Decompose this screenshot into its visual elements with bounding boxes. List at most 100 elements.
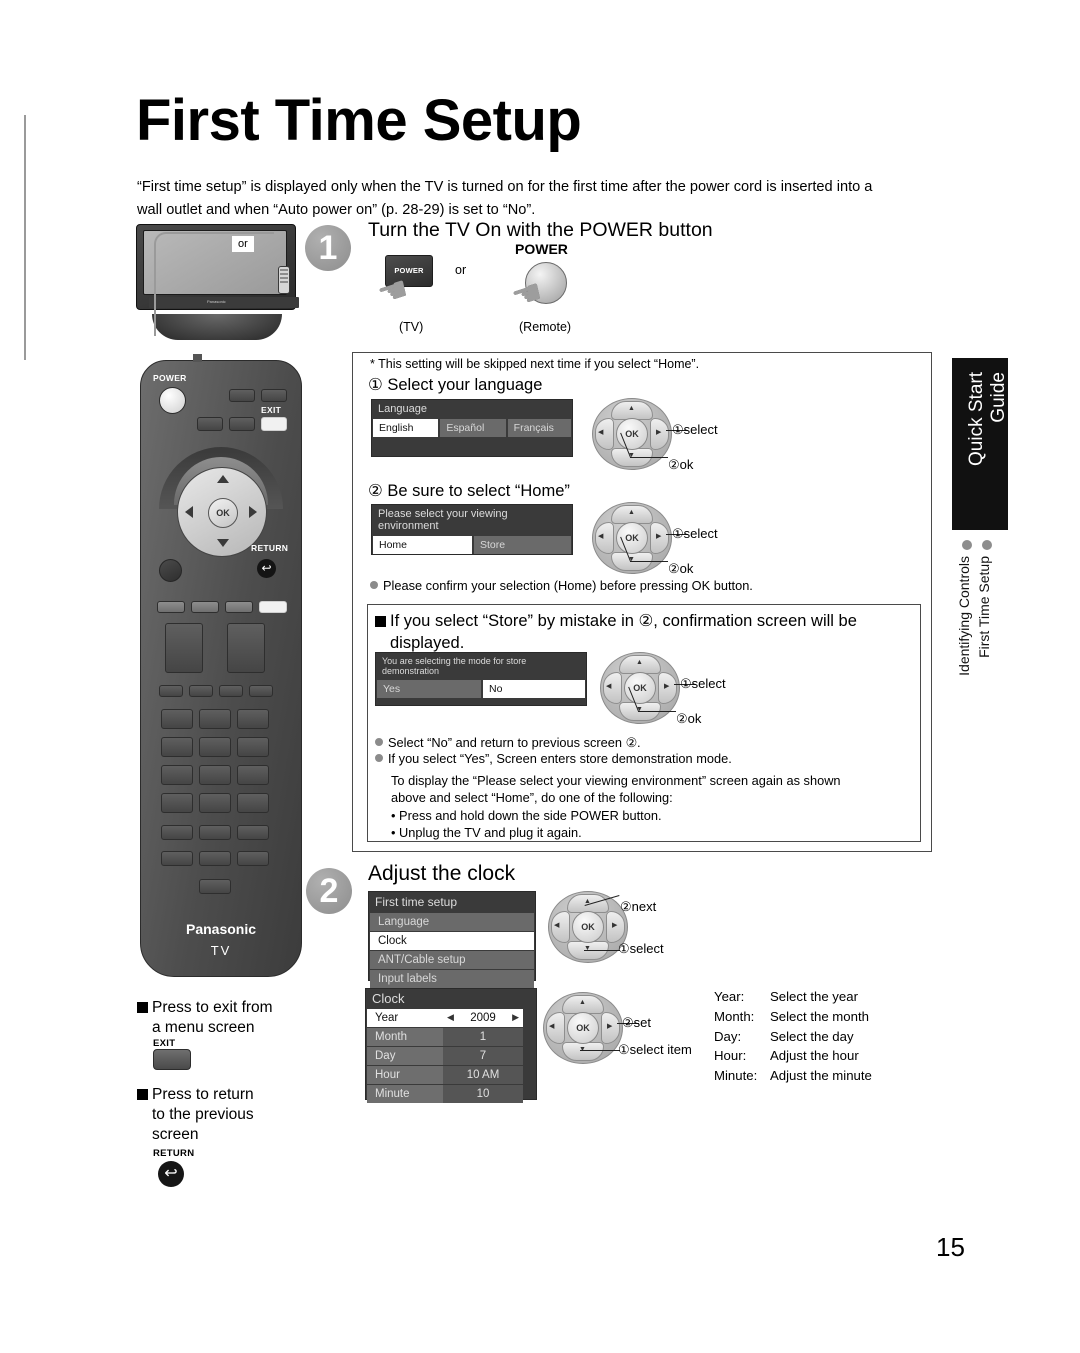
store-bullet-2-text: If you select “Yes”, Screen enters store… (388, 751, 732, 766)
remote-numeric-button[interactable] (199, 765, 231, 785)
tv-caption: (TV) (399, 320, 424, 334)
clock-key-hour: Hour (367, 1066, 443, 1084)
remote-button[interactable] (219, 685, 243, 697)
sub-heading-select-home: ② Be sure to select “Home” (368, 482, 570, 500)
menu-item-input-labels[interactable]: Input labels (370, 970, 534, 988)
menu-item-clock[interactable]: Clock (370, 932, 534, 950)
clock-row-minute[interactable]: Minute 10 (367, 1085, 535, 1103)
remote-button[interactable] (161, 825, 193, 840)
remote-power-button[interactable] (159, 387, 186, 414)
remote-button[interactable] (229, 417, 255, 431)
osd-viewing-environment-panel: Please select your viewing environment H… (371, 504, 573, 555)
dpad-ok-button[interactable]: OK (572, 911, 604, 943)
osd-option-home[interactable]: Home (373, 536, 472, 554)
remote-control-illustration: POWER EXIT OK RETURN ↩ Panasonic TV (140, 354, 302, 977)
menu-item-ant-cable-setup[interactable]: ANT/Cable setup (370, 951, 534, 969)
clock-row-hour[interactable]: Hour 10 AM (367, 1066, 535, 1084)
right-arrow-icon: ▶ (612, 922, 618, 929)
clock-value-minute[interactable]: 10 (443, 1085, 523, 1103)
callout-select-menu: ①select (618, 941, 664, 956)
remote-numeric-button[interactable] (161, 765, 193, 785)
remote-numeric-button[interactable] (161, 737, 193, 757)
osd-option-espanol[interactable]: Español (440, 419, 506, 437)
remote-numeric-button[interactable] (237, 765, 269, 785)
remote-button[interactable] (197, 417, 223, 431)
remote-up-arrow-icon (217, 475, 229, 483)
remote-numeric-button[interactable] (237, 793, 269, 813)
remote-left-arrow-icon (185, 506, 193, 518)
side-tab-item-identifying-controls[interactable]: Identifying Controls (956, 556, 972, 676)
osd-option-english[interactable]: English (373, 419, 439, 437)
osd-language-panel: Language English Español Français (371, 399, 573, 457)
clock-key-year: Year (367, 1009, 443, 1027)
page-title: First Time Setup (136, 88, 582, 153)
square-bullet-icon (137, 1002, 148, 1013)
clock-key-minute: Minute (367, 1085, 443, 1103)
clock-value-year[interactable]: ◀ 2009 ▶ (443, 1009, 523, 1027)
remote-button[interactable] (191, 601, 219, 613)
store-paragraph-line-2: above and select “Home”, do one of the f… (391, 790, 673, 806)
remote-button[interactable] (237, 825, 269, 840)
legend-row-hour: Hour: Adjust the hour (714, 1046, 872, 1066)
remote-button[interactable] (189, 685, 213, 697)
remote-down-arrow-icon (217, 539, 229, 547)
remote-rocker-button[interactable] (227, 623, 265, 673)
remote-numeric-button[interactable] (199, 709, 231, 729)
remote-button[interactable] (225, 601, 253, 613)
left-arrow-icon[interactable]: ◀ (447, 1012, 454, 1023)
remote-button[interactable] (237, 851, 269, 866)
remote-numeric-button[interactable] (161, 793, 193, 813)
remote-button[interactable] (161, 851, 193, 866)
remote-button[interactable] (199, 879, 231, 894)
dpad-ok-button[interactable]: OK (567, 1012, 599, 1044)
callout-line (630, 457, 668, 458)
return-arrow-icon[interactable]: ↩ (257, 559, 276, 578)
remote-button[interactable] (157, 601, 185, 613)
right-arrow-icon: ▶ (607, 1023, 613, 1030)
remote-exit-button[interactable] (261, 417, 287, 431)
remote-ok-button[interactable]: OK (208, 498, 238, 528)
remote-numeric-button[interactable] (237, 737, 269, 757)
remote-button[interactable] (261, 389, 287, 402)
remote-rocker-button[interactable] (165, 623, 203, 673)
remote-button[interactable] (199, 825, 231, 840)
exit-key-button[interactable] (153, 1049, 191, 1070)
remote-button[interactable] (249, 685, 273, 697)
remote-button[interactable] (199, 851, 231, 866)
remote-button[interactable] (159, 685, 183, 697)
osd-option-no[interactable]: No (483, 680, 585, 698)
clock-key-month: Month (367, 1028, 443, 1046)
menu-item-language[interactable]: Language (370, 913, 534, 931)
side-tab-item-first-time-setup[interactable]: First Time Setup (976, 556, 992, 658)
remote-numeric-button[interactable] (199, 737, 231, 757)
clock-value-day[interactable]: 7 (443, 1047, 523, 1065)
remote-round-button[interactable] (159, 559, 182, 582)
legend-desc-year: Select the year (770, 989, 858, 1004)
sub-heading-select-language: ① Select your language (368, 376, 543, 394)
callout-select-3: ①select (680, 676, 726, 691)
clock-row-day[interactable]: Day 7 (367, 1047, 535, 1065)
remote-numeric-button[interactable] (161, 709, 193, 729)
page-intro: “First time setup” is displayed only whe… (137, 179, 873, 218)
osd-option-francais[interactable]: Français (507, 419, 571, 437)
osd-option-yes[interactable]: Yes (377, 680, 481, 698)
left-arrow-icon: ◀ (606, 683, 612, 690)
osd-option-store[interactable]: Store (474, 536, 571, 554)
legend-row-minute: Minute: Adjust the minute (714, 1066, 872, 1086)
clock-row-year[interactable]: Year ◀ 2009 ▶ (367, 1009, 535, 1027)
remote-right-arrow-icon (249, 506, 257, 518)
remote-button[interactable] (229, 389, 255, 402)
right-arrow-icon[interactable]: ▶ (512, 1012, 519, 1023)
return-key-button[interactable]: ↩ (158, 1161, 184, 1187)
remote-button[interactable] (259, 601, 287, 613)
clock-value-hour[interactable]: 10 AM (443, 1066, 523, 1084)
legend-desc-month: Select the month (770, 1008, 869, 1024)
remote-numeric-button[interactable] (199, 793, 231, 813)
remote-numeric-button[interactable] (237, 709, 269, 729)
legend-key-day: Day: (714, 1028, 742, 1044)
step-2-title: Adjust the clock (368, 862, 516, 885)
clock-value-month[interactable]: 1 (443, 1028, 523, 1046)
clock-row-month[interactable]: Month 1 (367, 1028, 535, 1046)
callout-ok-3: ②ok (676, 711, 702, 726)
store-paragraph-line-4: • Unplug the TV and plug it again. (391, 824, 582, 840)
